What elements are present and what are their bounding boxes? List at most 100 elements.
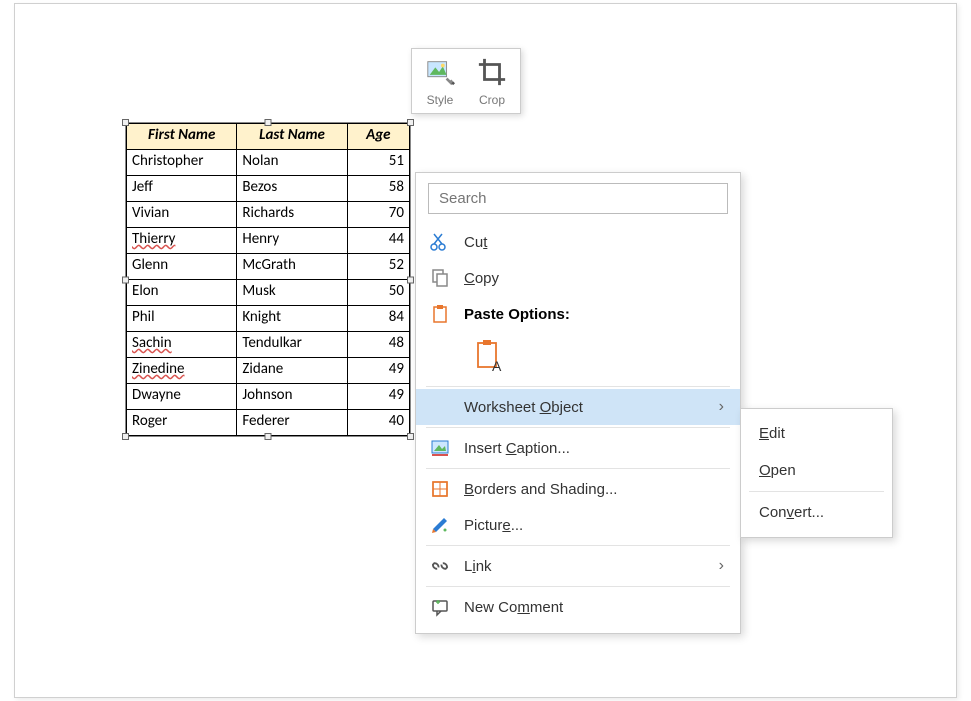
- table-row: SachinTendulkar48: [127, 332, 410, 358]
- table-row: JeffBezos58: [127, 176, 410, 202]
- cell-last: Federer: [237, 410, 347, 436]
- embedded-worksheet-object[interactable]: First Name Last Name Age ChristopherNola…: [125, 122, 411, 437]
- table-row: ElonMusk50: [127, 280, 410, 306]
- col-header-last: Last Name: [237, 124, 347, 150]
- cell-first: Vivian: [127, 202, 237, 228]
- cell-age: 52: [347, 254, 409, 280]
- cell-last: Henry: [237, 228, 347, 254]
- col-header-first: First Name: [127, 124, 237, 150]
- cell-age: 58: [347, 176, 409, 202]
- submenu-convert[interactable]: Convert...: [741, 494, 892, 531]
- menu-borders-shading-label: Borders and Shading...: [464, 481, 726, 498]
- cell-first: Roger: [127, 410, 237, 436]
- context-search-input[interactable]: [428, 183, 728, 214]
- resize-handle-bottom-left[interactable]: [122, 433, 129, 440]
- link-icon: [430, 556, 450, 576]
- table-header-row: First Name Last Name Age: [127, 124, 410, 150]
- cell-first: Christopher: [127, 150, 237, 176]
- mini-toolbar: Style Crop: [411, 48, 521, 114]
- svg-text:A: A: [492, 358, 502, 373]
- menu-insert-caption[interactable]: Insert Caption...: [416, 430, 740, 466]
- data-table: First Name Last Name Age ChristopherNola…: [126, 123, 410, 436]
- menu-paste-options: Paste Options:: [416, 296, 740, 332]
- cell-last: Richards: [237, 202, 347, 228]
- table-row: DwayneJohnson49: [127, 384, 410, 410]
- borders-icon: [430, 479, 450, 499]
- submenu-arrow-icon: ›: [719, 557, 726, 575]
- style-label: Style: [427, 93, 454, 107]
- resize-handle-top-right[interactable]: [407, 119, 414, 126]
- cell-first: Jeff: [127, 176, 237, 202]
- table-row: ChristopherNolan51: [127, 150, 410, 176]
- menu-worksheet-object[interactable]: Worksheet Object ›: [416, 389, 740, 425]
- cell-first: Glenn: [127, 254, 237, 280]
- cell-age: 50: [347, 280, 409, 306]
- separator: [749, 491, 884, 492]
- paste-options-group: A: [416, 332, 740, 384]
- menu-cut-label: Cut: [464, 234, 726, 251]
- picture-caption-icon: [430, 438, 450, 458]
- context-search-wrap: [428, 183, 728, 214]
- context-menu: Cut Copy Paste Options: A Worksheet Obje…: [415, 172, 741, 634]
- table-row: ThierryHenry44: [127, 228, 410, 254]
- table-row: GlennMcGrath52: [127, 254, 410, 280]
- menu-insert-caption-label: Insert Caption...: [464, 440, 726, 457]
- menu-link-label: Link: [464, 558, 705, 575]
- separator: [426, 427, 730, 428]
- cell-age: 84: [347, 306, 409, 332]
- cell-age: 40: [347, 410, 409, 436]
- cell-age: 51: [347, 150, 409, 176]
- copy-icon: [430, 268, 450, 288]
- cell-first: Dwayne: [127, 384, 237, 410]
- table-row: ZinedineZidane49: [127, 358, 410, 384]
- cell-last: Musk: [237, 280, 347, 306]
- cell-first: Elon: [127, 280, 237, 306]
- cell-first: Thierry: [127, 228, 237, 254]
- separator: [426, 545, 730, 546]
- picture-style-icon: [422, 55, 458, 89]
- style-button[interactable]: Style: [418, 53, 462, 109]
- cell-age: 48: [347, 332, 409, 358]
- resize-handle-bottom-mid[interactable]: [265, 433, 272, 440]
- cell-last: Tendulkar: [237, 332, 347, 358]
- paste-keep-text-button[interactable]: A: [472, 336, 506, 376]
- menu-link[interactable]: Link ›: [416, 548, 740, 584]
- comment-icon: [430, 597, 450, 617]
- table-row: PhilKnight84: [127, 306, 410, 332]
- resize-handle-top-left[interactable]: [122, 119, 129, 126]
- scissors-icon: [430, 232, 450, 252]
- table-row: RogerFederer40: [127, 410, 410, 436]
- cell-age: 49: [347, 358, 409, 384]
- submenu-arrow-icon: ›: [719, 398, 726, 416]
- crop-button[interactable]: Crop: [470, 53, 514, 109]
- submenu-open[interactable]: Open: [741, 452, 892, 489]
- submenu-edit[interactable]: Edit: [741, 415, 892, 452]
- cell-age: 70: [347, 202, 409, 228]
- cell-age: 44: [347, 228, 409, 254]
- menu-cut[interactable]: Cut: [416, 224, 740, 260]
- menu-copy[interactable]: Copy: [416, 260, 740, 296]
- resize-handle-mid-left[interactable]: [122, 276, 129, 283]
- col-header-age: Age: [347, 124, 409, 150]
- cell-first: Sachin: [127, 332, 237, 358]
- resize-handle-bottom-right[interactable]: [407, 433, 414, 440]
- cell-last: Knight: [237, 306, 347, 332]
- menu-picture-label: Picture...: [464, 517, 726, 534]
- cell-last: McGrath: [237, 254, 347, 280]
- cell-last: Bezos: [237, 176, 347, 202]
- clipboard-icon: [430, 304, 450, 324]
- cell-last: Nolan: [237, 150, 347, 176]
- separator: [426, 386, 730, 387]
- cell-first: Zinedine: [127, 358, 237, 384]
- menu-paste-options-label: Paste Options:: [464, 306, 726, 323]
- menu-picture[interactable]: Picture...: [416, 507, 740, 543]
- resize-handle-top-mid[interactable]: [265, 119, 272, 126]
- resize-handle-mid-right[interactable]: [407, 276, 414, 283]
- menu-borders-shading[interactable]: Borders and Shading...: [416, 471, 740, 507]
- menu-new-comment[interactable]: New Comment: [416, 589, 740, 625]
- worksheet-object-submenu: Edit Open Convert...: [740, 408, 893, 538]
- crop-label: Crop: [479, 93, 505, 107]
- cell-last: Johnson: [237, 384, 347, 410]
- format-picture-icon: [430, 515, 450, 535]
- cell-first: Phil: [127, 306, 237, 332]
